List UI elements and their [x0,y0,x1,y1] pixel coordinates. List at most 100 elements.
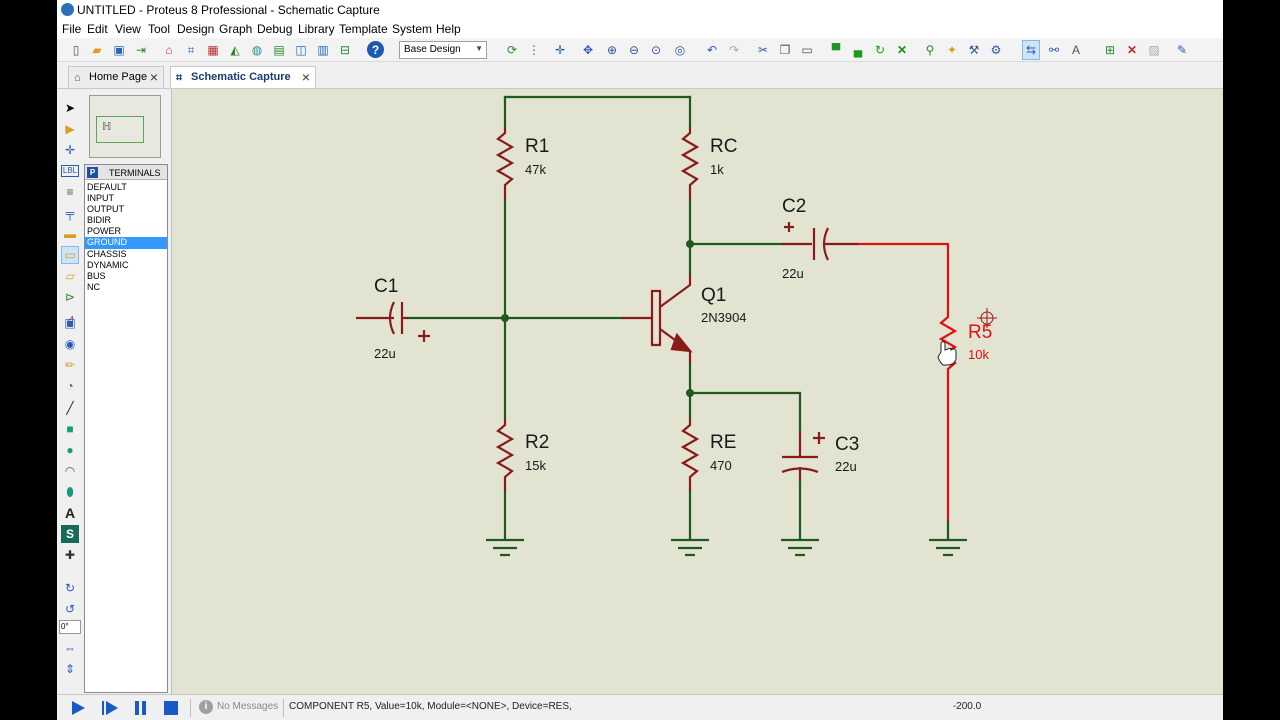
menu-debug[interactable]: Debug [257,22,292,36]
origin-icon[interactable]: ✛ [551,40,569,60]
text-tool-icon[interactable]: A [61,504,79,522]
resistor-r2[interactable] [495,419,515,491]
source-code-icon[interactable]: ◫ [292,40,310,60]
component-mode-icon[interactable]: ▶ [61,120,79,138]
menu-view[interactable]: View [115,22,141,36]
generator-mode-icon[interactable]: ◉ [61,335,79,353]
list-item-selected[interactable]: GROUND [85,237,167,249]
component-ref-selected[interactable]: R5 [968,322,992,343]
redo-icon[interactable]: ↷ [725,40,743,60]
close-icon[interactable]: × [150,69,158,85]
gerber-icon[interactable]: ◭ [226,40,244,60]
save-icon[interactable]: ▣ [110,40,128,60]
mirror-vertical-icon[interactable]: ⇕ [61,660,79,678]
list-item[interactable]: CHASSIS [85,249,167,260]
junction-dot[interactable] [686,389,694,397]
pan-icon[interactable]: ✥ [579,40,597,60]
new-file-icon[interactable]: ▯ [67,40,85,60]
subcircuit-icon[interactable]: ▬ [61,225,79,243]
component-value[interactable]: 22u [835,459,857,474]
block-move-icon[interactable]: ▄ [849,40,867,60]
step-icon[interactable] [101,700,119,716]
transistor-q1[interactable] [622,274,693,364]
component-ref[interactable]: C3 [835,434,859,455]
help-icon[interactable]: ? [367,41,384,58]
component-value[interactable]: 1k [710,162,724,177]
schematic-icon[interactable]: ⌗ [182,40,200,60]
refresh-icon[interactable]: ⟳ [503,40,521,60]
decompose-icon[interactable]: ⚙ [987,40,1005,60]
overview-window[interactable]: ℍ [89,95,161,158]
rotate-anticlockwise-icon[interactable]: ↺ [61,600,79,618]
property-assignment-icon[interactable]: A [1067,40,1085,60]
remove-sheet-icon[interactable]: ✕ [1123,40,1141,60]
selection-mode-icon[interactable]: ➤ [61,99,79,117]
menu-design[interactable]: Design [177,22,214,36]
tab-schematic-capture[interactable]: ⌗ Schematic Capture × [170,66,316,88]
pick-button[interactable]: P [87,167,98,178]
list-item[interactable]: INPUT [85,193,167,204]
rotation-angle-field[interactable]: 0° [59,620,81,634]
design-variant-select[interactable]: Base Design ▼ [399,41,487,59]
ground-symbol[interactable] [781,538,819,557]
pick-device-icon[interactable]: ⚲ [921,40,939,60]
zoom-in-icon[interactable]: ⊕ [603,40,621,60]
undo-icon[interactable]: ↶ [703,40,721,60]
component-value[interactable]: 470 [710,458,732,473]
electrical-rule-check-icon[interactable]: ✎ [1173,40,1191,60]
3d-viewer-icon[interactable]: ◍ [248,40,266,60]
list-item[interactable]: NC [85,282,167,293]
ground-symbol[interactable] [486,538,524,557]
exit-to-parent-icon[interactable]: ▨ [1145,40,1163,60]
close-icon[interactable]: × [302,69,310,85]
list-item[interactable]: BIDIR [85,215,167,226]
zoom-area-icon[interactable]: ◎ [671,40,689,60]
junction-dot[interactable] [501,314,509,322]
junction-dot[interactable] [686,240,694,248]
component-ref[interactable]: RE [710,432,736,453]
tab-home-page[interactable]: ⌂ Home Page × [68,66,164,88]
home-icon[interactable]: ⌂ [160,40,178,60]
symbol-tool-icon[interactable]: S [61,525,79,543]
list-item[interactable]: DYNAMIC [85,260,167,271]
component-ref[interactable]: C2 [782,196,806,217]
list-item[interactable]: BUS [85,271,167,282]
make-device-icon[interactable]: ✦ [943,40,961,60]
library-icon[interactable]: ▥ [314,40,332,60]
line-tool-icon[interactable]: ╱ [61,399,79,417]
component-ref[interactable]: RC [710,136,737,157]
zoom-out-icon[interactable]: ⊖ [625,40,643,60]
component-ref[interactable]: R1 [525,136,549,157]
ground-symbol[interactable] [929,521,967,557]
bill-of-materials-icon[interactable]: ▤ [270,40,288,60]
wire-label-icon[interactable]: LBL [61,165,79,177]
pause-icon[interactable] [131,700,149,716]
messages-indicator[interactable]: i No Messages [199,699,281,717]
buses-icon[interactable]: ╤ [61,204,79,222]
component-ref[interactable]: C1 [374,276,398,297]
wire-autorouter-icon[interactable]: ⇆ [1022,40,1040,60]
path-tool-icon[interactable]: ⬮ [61,483,79,501]
open-folder-icon[interactable]: ▰ [88,40,106,60]
list-item[interactable]: POWER [85,226,167,237]
graph-mode-icon[interactable]: ⊳ [61,288,79,306]
mirror-horizontal-icon[interactable]: ⇔ [61,639,79,657]
grid-icon[interactable]: ⋮ [525,40,543,60]
device-pins-icon[interactable]: ▱ [61,267,79,285]
pcb-icon[interactable]: ▦ [204,40,222,60]
virtual-instruments-icon[interactable]: ◔ [61,377,79,395]
resistor-re[interactable] [680,419,700,491]
menu-template[interactable]: Template [339,22,388,36]
terminals-mode-icon[interactable]: ▭ [61,246,79,264]
block-delete-icon[interactable]: ✕ [893,40,911,60]
list-item[interactable]: OUTPUT [85,204,167,215]
menu-library[interactable]: Library [298,22,335,36]
stop-icon[interactable] [162,700,180,716]
list-item[interactable]: DEFAULT [85,182,167,193]
menu-help[interactable]: Help [436,22,461,36]
component-value[interactable]: 2N3904 [701,310,747,325]
menu-tool[interactable]: Tool [148,22,170,36]
wire[interactable] [688,391,802,433]
wire[interactable] [856,242,950,313]
voltage-probe-icon[interactable]: ✏ [61,356,79,374]
